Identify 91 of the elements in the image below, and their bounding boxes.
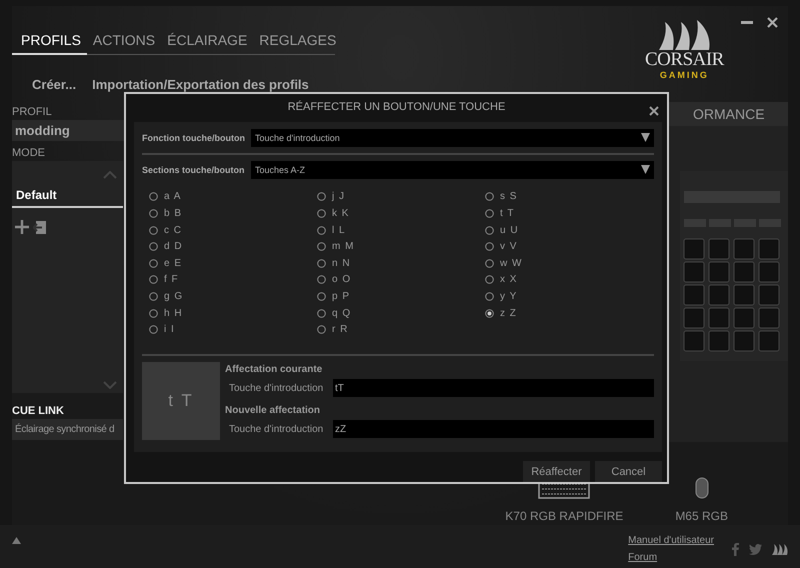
- key-option-label[interactable]: p P: [332, 291, 350, 302]
- key-option-label[interactable]: i I: [164, 324, 175, 336]
- radio-button[interactable]: [317, 325, 326, 334]
- assignment-field: tT: [333, 379, 654, 397]
- radio-button[interactable]: [485, 258, 494, 268]
- plus-icon[interactable]: [15, 220, 29, 234]
- dialog-button[interactable]: Cancel: [595, 461, 662, 482]
- radio-button[interactable]: [149, 308, 158, 318]
- key-option-label[interactable]: u U: [500, 224, 519, 236]
- radio-button[interactable]: [485, 226, 494, 235]
- key-option-label[interactable]: w W: [500, 258, 522, 269]
- assignment-field: zZ: [333, 420, 654, 438]
- radio-button[interactable]: [485, 192, 494, 202]
- key-option-label[interactable]: x X: [500, 274, 518, 286]
- radio-button[interactable]: [317, 242, 326, 252]
- radio-button[interactable]: [317, 292, 326, 302]
- mouse-icon[interactable]: [694, 477, 709, 499]
- assignment-label: Touche d'introduction: [228, 382, 324, 394]
- key-option-label[interactable]: e E: [164, 258, 182, 269]
- section-label: PROFIL: [12, 106, 53, 118]
- radio-button[interactable]: [149, 226, 158, 235]
- assignment-label: Touche d'introduction: [228, 424, 324, 434]
- device-name[interactable]: K70 RGB RAPIDFIRE: [505, 509, 624, 523]
- radio-button[interactable]: [149, 192, 158, 202]
- cue-link-field[interactable]: Éclairage synchronisé d: [12, 419, 123, 440]
- close-icon[interactable]: [649, 106, 659, 116]
- key-option-label[interactable]: f F: [164, 274, 179, 286]
- nav-tab[interactable]: ACTIONS: [86, 30, 162, 55]
- radio-button[interactable]: [149, 292, 158, 302]
- key-option-label[interactable]: k K: [332, 208, 350, 220]
- radio-button[interactable]: [149, 275, 158, 284]
- key-preview: t T: [142, 362, 220, 440]
- key-option-label[interactable]: b B: [164, 208, 182, 220]
- assignment-heading: Nouvelle affectation: [225, 405, 322, 416]
- dropdown[interactable]: Touche d'introduction: [251, 128, 654, 147]
- import-icon[interactable]: [33, 220, 46, 234]
- key-option-label[interactable]: h H: [164, 308, 183, 319]
- nav-tab[interactable]: ÉCLAIRAGE: [161, 30, 254, 55]
- dropdown[interactable]: Touches A-Z: [251, 160, 654, 179]
- dropdown-arrow-icon: [641, 165, 650, 174]
- logo-subtext: GAMING: [660, 70, 709, 80]
- subnav-link[interactable]: Créer...: [28, 75, 80, 94]
- section-label: MODE: [12, 147, 46, 159]
- footer-link[interactable]: Manuel d'utilisateur: [628, 535, 714, 546]
- panel-tab[interactable]: ORMANCE: [668, 102, 788, 126]
- key-option-label[interactable]: d D: [164, 241, 183, 252]
- key-option-label[interactable]: q Q: [332, 308, 352, 319]
- radio-button[interactable]: [485, 308, 494, 318]
- key-option-label[interactable]: z Z: [500, 308, 517, 319]
- footer-link[interactable]: Forum: [628, 552, 714, 563]
- radio-button[interactable]: [317, 275, 326, 284]
- key-option-label[interactable]: n N: [332, 258, 351, 269]
- nav-tab[interactable]: REGLAGES: [253, 30, 342, 55]
- assignment-heading: Affectation courante: [225, 364, 324, 375]
- radio-button[interactable]: [485, 275, 494, 284]
- key-option-label[interactable]: c C: [164, 224, 182, 236]
- subnav-link[interactable]: Importation/Exportation des profils: [88, 75, 313, 94]
- key-option-label[interactable]: l L: [332, 224, 346, 236]
- key-option-label[interactable]: v V: [500, 241, 518, 252]
- radio-button[interactable]: [317, 209, 326, 218]
- key-option-label[interactable]: o O: [332, 274, 352, 286]
- close-icon[interactable]: [767, 17, 778, 28]
- radio-button[interactable]: [317, 308, 326, 318]
- radio-button[interactable]: [317, 192, 326, 202]
- logo-text: CORSAIR: [645, 50, 724, 70]
- triangle-up-icon[interactable]: [12, 537, 21, 544]
- field-label: Sections touche/bouton: [142, 164, 246, 175]
- dialog-title: RÉAFFECTER UN BOUTON/UNE TOUCHE: [288, 100, 506, 113]
- key-option-label[interactable]: m M: [332, 241, 354, 252]
- key-option-label[interactable]: j J: [332, 191, 345, 202]
- section-label: CUE LINK: [12, 405, 65, 417]
- key-option-label[interactable]: y Y: [500, 291, 518, 302]
- device-name[interactable]: M65 RGB: [675, 509, 728, 523]
- nav-tab[interactable]: PROFILS: [12, 30, 87, 55]
- key-option-label[interactable]: r R: [332, 324, 348, 336]
- radio-button[interactable]: [317, 226, 326, 235]
- radio-button[interactable]: [149, 258, 158, 268]
- key-option-label[interactable]: g G: [164, 291, 184, 302]
- radio-button[interactable]: [149, 209, 158, 218]
- radio-button[interactable]: [149, 325, 158, 334]
- key-option-label[interactable]: a A: [164, 191, 182, 202]
- radio-button[interactable]: [485, 209, 494, 218]
- radio-button[interactable]: [485, 292, 494, 302]
- key-option-label[interactable]: t T: [500, 208, 514, 220]
- key-option-label[interactable]: s S: [500, 191, 518, 202]
- dialog-button[interactable]: Réaffecter: [523, 461, 590, 482]
- radio-button[interactable]: [149, 242, 158, 252]
- radio-button[interactable]: [485, 242, 494, 252]
- radio-button[interactable]: [317, 258, 326, 268]
- dropdown-arrow-icon: [641, 133, 650, 142]
- sails-icon[interactable]: [772, 544, 788, 555]
